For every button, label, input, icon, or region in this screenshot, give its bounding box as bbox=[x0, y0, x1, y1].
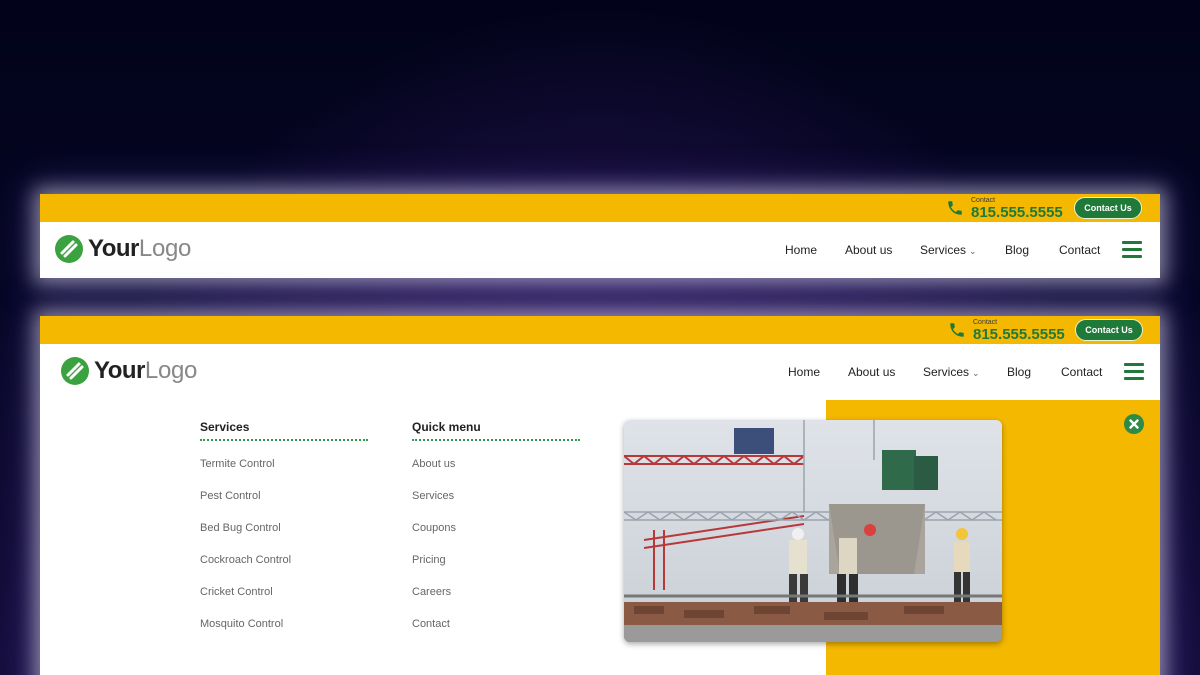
chevron-down-icon: ⌄ bbox=[972, 368, 980, 378]
mega-menu: Services Termite Control Pest Control Be… bbox=[40, 400, 1160, 675]
services-list: Termite Control Pest Control Bed Bug Con… bbox=[200, 456, 291, 648]
list-item[interactable]: Contact bbox=[412, 616, 456, 648]
leaf-logo-icon bbox=[55, 235, 83, 263]
services-heading: Services bbox=[200, 420, 368, 441]
contact-label: Contact bbox=[973, 318, 998, 326]
top-bar: Contact 815.555.5555 Contact Us bbox=[40, 194, 1160, 222]
contact-info[interactable]: Contact 815.555.5555 bbox=[946, 194, 1063, 222]
nav-home[interactable]: Home bbox=[785, 243, 817, 257]
contact-us-button[interactable]: Contact Us bbox=[1075, 319, 1143, 341]
site-logo[interactable]: Your Logo bbox=[60, 356, 197, 386]
hamburger-icon[interactable] bbox=[1122, 241, 1142, 259]
header-preview-expanded: Contact 815.555.5555 Contact Us Your Log… bbox=[40, 316, 1160, 675]
nav-about[interactable]: About us bbox=[845, 243, 892, 257]
contact-label: Contact bbox=[971, 196, 996, 204]
logo-text-bold: Your bbox=[88, 235, 139, 262]
nav-services-label: Services bbox=[920, 243, 967, 257]
nav-services[interactable]: Services ⌄ bbox=[920, 243, 977, 257]
contact-us-button[interactable]: Contact Us bbox=[1074, 197, 1142, 219]
list-item[interactable]: Coupons bbox=[412, 520, 456, 552]
list-item[interactable]: About us bbox=[412, 456, 456, 488]
phone-number[interactable]: 815.555.5555 bbox=[973, 327, 1065, 342]
main-navbar: Your Logo Home About us Services ⌄ Blog C… bbox=[40, 344, 1160, 400]
logo-text-bold: Your bbox=[94, 357, 145, 384]
list-item[interactable]: Pest Control bbox=[200, 488, 291, 520]
list-item[interactable]: Bed Bug Control bbox=[200, 520, 291, 552]
site-logo[interactable]: Your Logo bbox=[54, 234, 191, 264]
logo-text-light: Logo bbox=[144, 357, 198, 384]
contact-info[interactable]: Contact 815.555.5555 bbox=[948, 316, 1065, 344]
phone-number[interactable]: 815.555.5555 bbox=[971, 205, 1063, 220]
hamburger-icon[interactable] bbox=[1124, 363, 1144, 381]
list-item[interactable]: Services bbox=[412, 488, 456, 520]
top-bar: Contact 815.555.5555 Contact Us bbox=[40, 316, 1160, 344]
nav-about[interactable]: About us bbox=[848, 365, 895, 379]
header-preview-collapsed: Contact 815.555.5555 Contact Us Your Log… bbox=[40, 194, 1160, 278]
list-item[interactable]: Pricing bbox=[412, 552, 456, 584]
phone-icon bbox=[950, 323, 964, 337]
construction-photo bbox=[624, 420, 1002, 642]
leaf-logo-icon bbox=[61, 357, 89, 385]
nav-contact[interactable]: Contact bbox=[1061, 365, 1102, 379]
nav-blog[interactable]: Blog bbox=[1005, 243, 1029, 257]
close-icon[interactable] bbox=[1124, 414, 1144, 434]
list-item[interactable]: Cricket Control bbox=[200, 584, 291, 616]
main-navbar: Your Logo Home About us Services ⌄ Blog C… bbox=[40, 222, 1160, 278]
quick-menu-list: About us Services Coupons Pricing Career… bbox=[412, 456, 456, 648]
list-item[interactable]: Cockroach Control bbox=[200, 552, 291, 584]
list-item[interactable]: Mosquito Control bbox=[200, 616, 291, 648]
logo-text-light: Logo bbox=[138, 235, 192, 262]
chevron-down-icon: ⌄ bbox=[969, 246, 977, 256]
nav-home[interactable]: Home bbox=[788, 365, 820, 379]
construction-photo-art bbox=[624, 420, 1002, 642]
nav-blog[interactable]: Blog bbox=[1007, 365, 1031, 379]
list-item[interactable]: Termite Control bbox=[200, 456, 291, 488]
phone-icon bbox=[948, 201, 962, 215]
nav-services-label: Services bbox=[923, 365, 970, 379]
nav-contact[interactable]: Contact bbox=[1059, 243, 1100, 257]
quick-menu-heading: Quick menu bbox=[412, 420, 580, 441]
nav-services[interactable]: Services ⌄ bbox=[923, 365, 980, 379]
list-item[interactable]: Careers bbox=[412, 584, 456, 616]
